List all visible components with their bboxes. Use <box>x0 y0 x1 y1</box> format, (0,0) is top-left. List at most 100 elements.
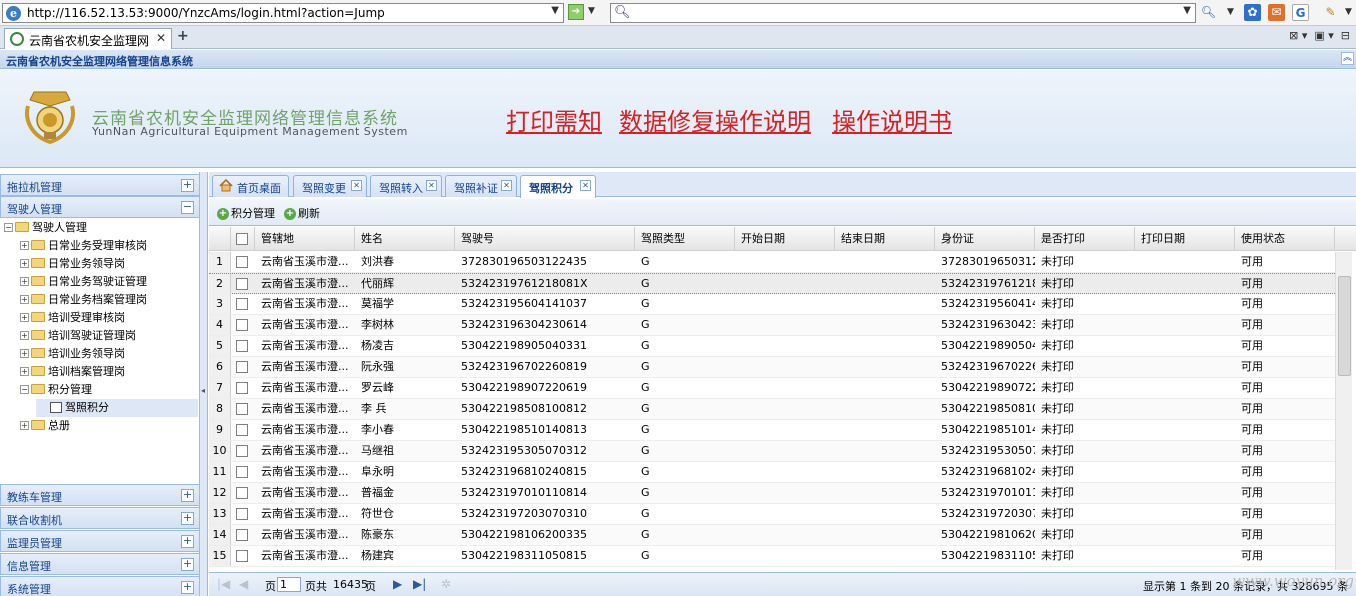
table-row[interactable]: 3 云南省玉溪市澄... 莫福学 532423195604141037 G 5324231… <box>209 294 1335 315</box>
table-row[interactable]: 12 云南省玉溪市澄... 普福金 532423197010110814 G 532423… <box>209 483 1335 504</box>
tree-node[interactable]: + 日常业务档案管理岗 <box>20 291 147 309</box>
address-url[interactable]: http://116.52.13.53:9000/YnzcAms/login.h… <box>27 6 385 20</box>
row-checkbox[interactable] <box>236 424 248 436</box>
header-id-card[interactable]: 身份证 <box>935 227 1035 251</box>
table-row[interactable]: 9 云南省玉溪市澄... 李小春 530422198510140813 G 5304221… <box>209 420 1335 441</box>
page-number-input[interactable]: 1 <box>277 577 301 592</box>
search-dropdown-icon[interactable]: ▼ <box>1183 5 1191 16</box>
scrollbar-thumb[interactable] <box>1338 276 1351 376</box>
tree-node-points[interactable]: − 积分管理 <box>20 381 92 399</box>
prev-page-icon[interactable]: ◀ <box>239 577 248 591</box>
google-icon[interactable]: G <box>1292 4 1309 21</box>
go-button[interactable]: ➔ <box>568 4 584 20</box>
header-name[interactable]: 姓名 <box>355 227 455 251</box>
expand-node-icon[interactable]: + <box>20 366 29 376</box>
panel-harvester[interactable]: 联合收割机 + <box>0 507 200 529</box>
table-row[interactable]: 8 云南省玉溪市澄... 李 兵 530422198508100812 G 5304221… <box>209 399 1335 420</box>
collapse-node-icon[interactable]: − <box>4 222 13 232</box>
expand-node-icon[interactable]: + <box>20 330 29 340</box>
new-tab-button[interactable]: + <box>177 28 189 44</box>
table-row[interactable]: 1 云南省玉溪市澄... 刘洪春 372830196503122435 G 3728301… <box>209 252 1335 273</box>
header-license-type[interactable]: 驾照类型 <box>635 227 735 251</box>
header-printed[interactable]: 是否打印 <box>1035 227 1135 251</box>
tab-home[interactable]: 首页桌面 <box>212 175 289 197</box>
tab-license-transfer[interactable]: 驾照转入 ✕ <box>370 175 442 197</box>
tree-node-root[interactable]: − 驾驶人管理 <box>4 219 87 237</box>
collapse-icon[interactable]: − <box>181 201 194 214</box>
row-checkbox[interactable] <box>236 529 248 541</box>
expand-icon[interactable]: + <box>181 581 194 594</box>
expand-node-icon[interactable]: + <box>20 312 29 322</box>
tab-license-change[interactable]: 驾照变更 ✕ <box>293 175 367 197</box>
more-dropdown-icon[interactable]: ▼ <box>1340 4 1356 21</box>
tree-node[interactable]: + 培训驾驶证管理岗 <box>20 327 136 345</box>
header-status[interactable]: 使用状态 <box>1235 227 1335 251</box>
tab-license-reissue[interactable]: 驾照补证 ✕ <box>445 175 517 197</box>
tree-node[interactable]: + 日常业务驾驶证管理 <box>20 273 147 291</box>
close-window-icon[interactable]: ⊠ <box>1289 29 1298 42</box>
expand-node-icon[interactable]: + <box>20 294 29 304</box>
header-area[interactable]: 管辖地 <box>255 227 355 251</box>
expand-icon[interactable]: + <box>181 512 194 525</box>
print-notice-link[interactable]: 打印需知 <box>506 102 602 137</box>
row-checkbox[interactable] <box>236 319 248 331</box>
header-end-date[interactable]: 结束日期 <box>835 227 935 251</box>
expand-node-icon[interactable]: + <box>20 258 29 268</box>
table-row[interactable]: 5 云南省玉溪市澄... 杨凌吉 530422198905040331 G 5304221… <box>209 336 1335 357</box>
tree-node[interactable]: + 日常业务受理审核岗 <box>20 237 147 255</box>
user-manual-link[interactable]: 操作说明书 <box>832 102 952 137</box>
expand-icon[interactable]: + <box>181 489 194 502</box>
row-checkbox[interactable] <box>236 508 248 520</box>
browser-tab[interactable]: 云南省农机安全监理网 ✕ <box>4 28 172 49</box>
table-row[interactable]: 7 云南省玉溪市澄... 罗云峰 530422198907220619 G 5304221… <box>209 378 1335 399</box>
tools-icon[interactable]: ⊟ <box>1341 29 1350 42</box>
table-row[interactable]: 11 云南省玉溪市澄... 阜永明 532423196810240815 G 532423… <box>209 462 1335 483</box>
close-icon[interactable]: ✕ <box>501 180 512 191</box>
tree-node[interactable]: + 培训档案管理岗 <box>20 363 125 381</box>
expand-node-icon[interactable]: + <box>20 420 29 430</box>
grid-scrollbar[interactable] <box>1335 252 1352 570</box>
row-checkbox[interactable] <box>236 361 248 373</box>
row-checkbox[interactable] <box>236 550 248 562</box>
header-start-date[interactable]: 开始日期 <box>735 227 835 251</box>
edit-icon[interactable]: ✎ <box>1322 4 1339 21</box>
select-all-checkbox[interactable] <box>236 233 248 245</box>
panel-training-vehicle[interactable]: 教练车管理 + <box>0 484 200 506</box>
row-checkbox[interactable] <box>236 487 248 499</box>
search-options-icon[interactable]: ▼ <box>1222 4 1239 21</box>
panel-tractor-management[interactable]: 拖拉机管理 + <box>0 174 200 196</box>
row-checkbox[interactable] <box>236 278 248 290</box>
header-license-no[interactable]: 驾驶号 <box>455 227 635 251</box>
panel-driver-management[interactable]: 驾驶人管理 − <box>0 196 200 218</box>
baidu-icon[interactable]: ✿ <box>1244 4 1261 21</box>
panel-inspector[interactable]: 监理员管理 + <box>0 530 200 552</box>
tree-node-license-points[interactable]: 驾照积分 <box>36 399 198 417</box>
last-page-icon[interactable]: ▶| <box>413 577 426 591</box>
expand-node-icon[interactable]: + <box>20 240 29 250</box>
panel-information[interactable]: 信息管理 + <box>0 553 200 575</box>
data-repair-guide-link[interactable]: 数据修复操作说明 <box>619 102 811 137</box>
address-dropdown-icon[interactable]: ▼ <box>551 5 559 16</box>
row-checkbox[interactable] <box>236 466 248 478</box>
search-input[interactable]: 🔍︎ ▼ <box>610 3 1196 23</box>
next-page-icon[interactable]: ▶ <box>393 577 402 591</box>
first-page-icon[interactable]: |◀ <box>217 577 230 591</box>
table-row[interactable]: 15 云南省玉溪市澄... 杨建宾 530422198311050815 G 530422… <box>209 546 1335 567</box>
loading-icon[interactable]: ✲ <box>441 577 451 591</box>
menu-dropdown-icon[interactable]: ▾ <box>1328 29 1334 42</box>
new-window-icon[interactable]: ▣ <box>1314 29 1324 42</box>
tree-node[interactable]: + 培训受理审核岗 <box>20 309 125 327</box>
panel-splitter[interactable]: ◂ <box>200 172 208 596</box>
table-row[interactable]: 14 云南省玉溪市澄... 陈豪东 530422198106200335 G 530422… <box>209 525 1335 546</box>
collapse-node-icon[interactable]: − <box>20 384 29 394</box>
row-checkbox[interactable] <box>236 256 248 268</box>
close-icon[interactable]: ✕ <box>351 180 362 191</box>
table-row[interactable]: 13 云南省玉溪市澄... 符世仓 532423197203070310 G 532423… <box>209 504 1335 525</box>
dropdown-icon[interactable]: ▾ <box>1302 29 1308 42</box>
tree-node[interactable]: + 总册 <box>20 417 70 435</box>
panel-system[interactable]: 系统管理 + <box>0 576 200 596</box>
table-row[interactable]: 6 云南省玉溪市澄... 阮永强 532423196702260819 G 5324231… <box>209 357 1335 378</box>
table-row[interactable]: 2 云南省玉溪市澄... 代丽辉 53242319761218081X G 5324231… <box>209 273 1335 294</box>
collapse-header-icon[interactable]: ︽ <box>1341 52 1354 65</box>
expand-icon[interactable]: + <box>181 535 194 548</box>
